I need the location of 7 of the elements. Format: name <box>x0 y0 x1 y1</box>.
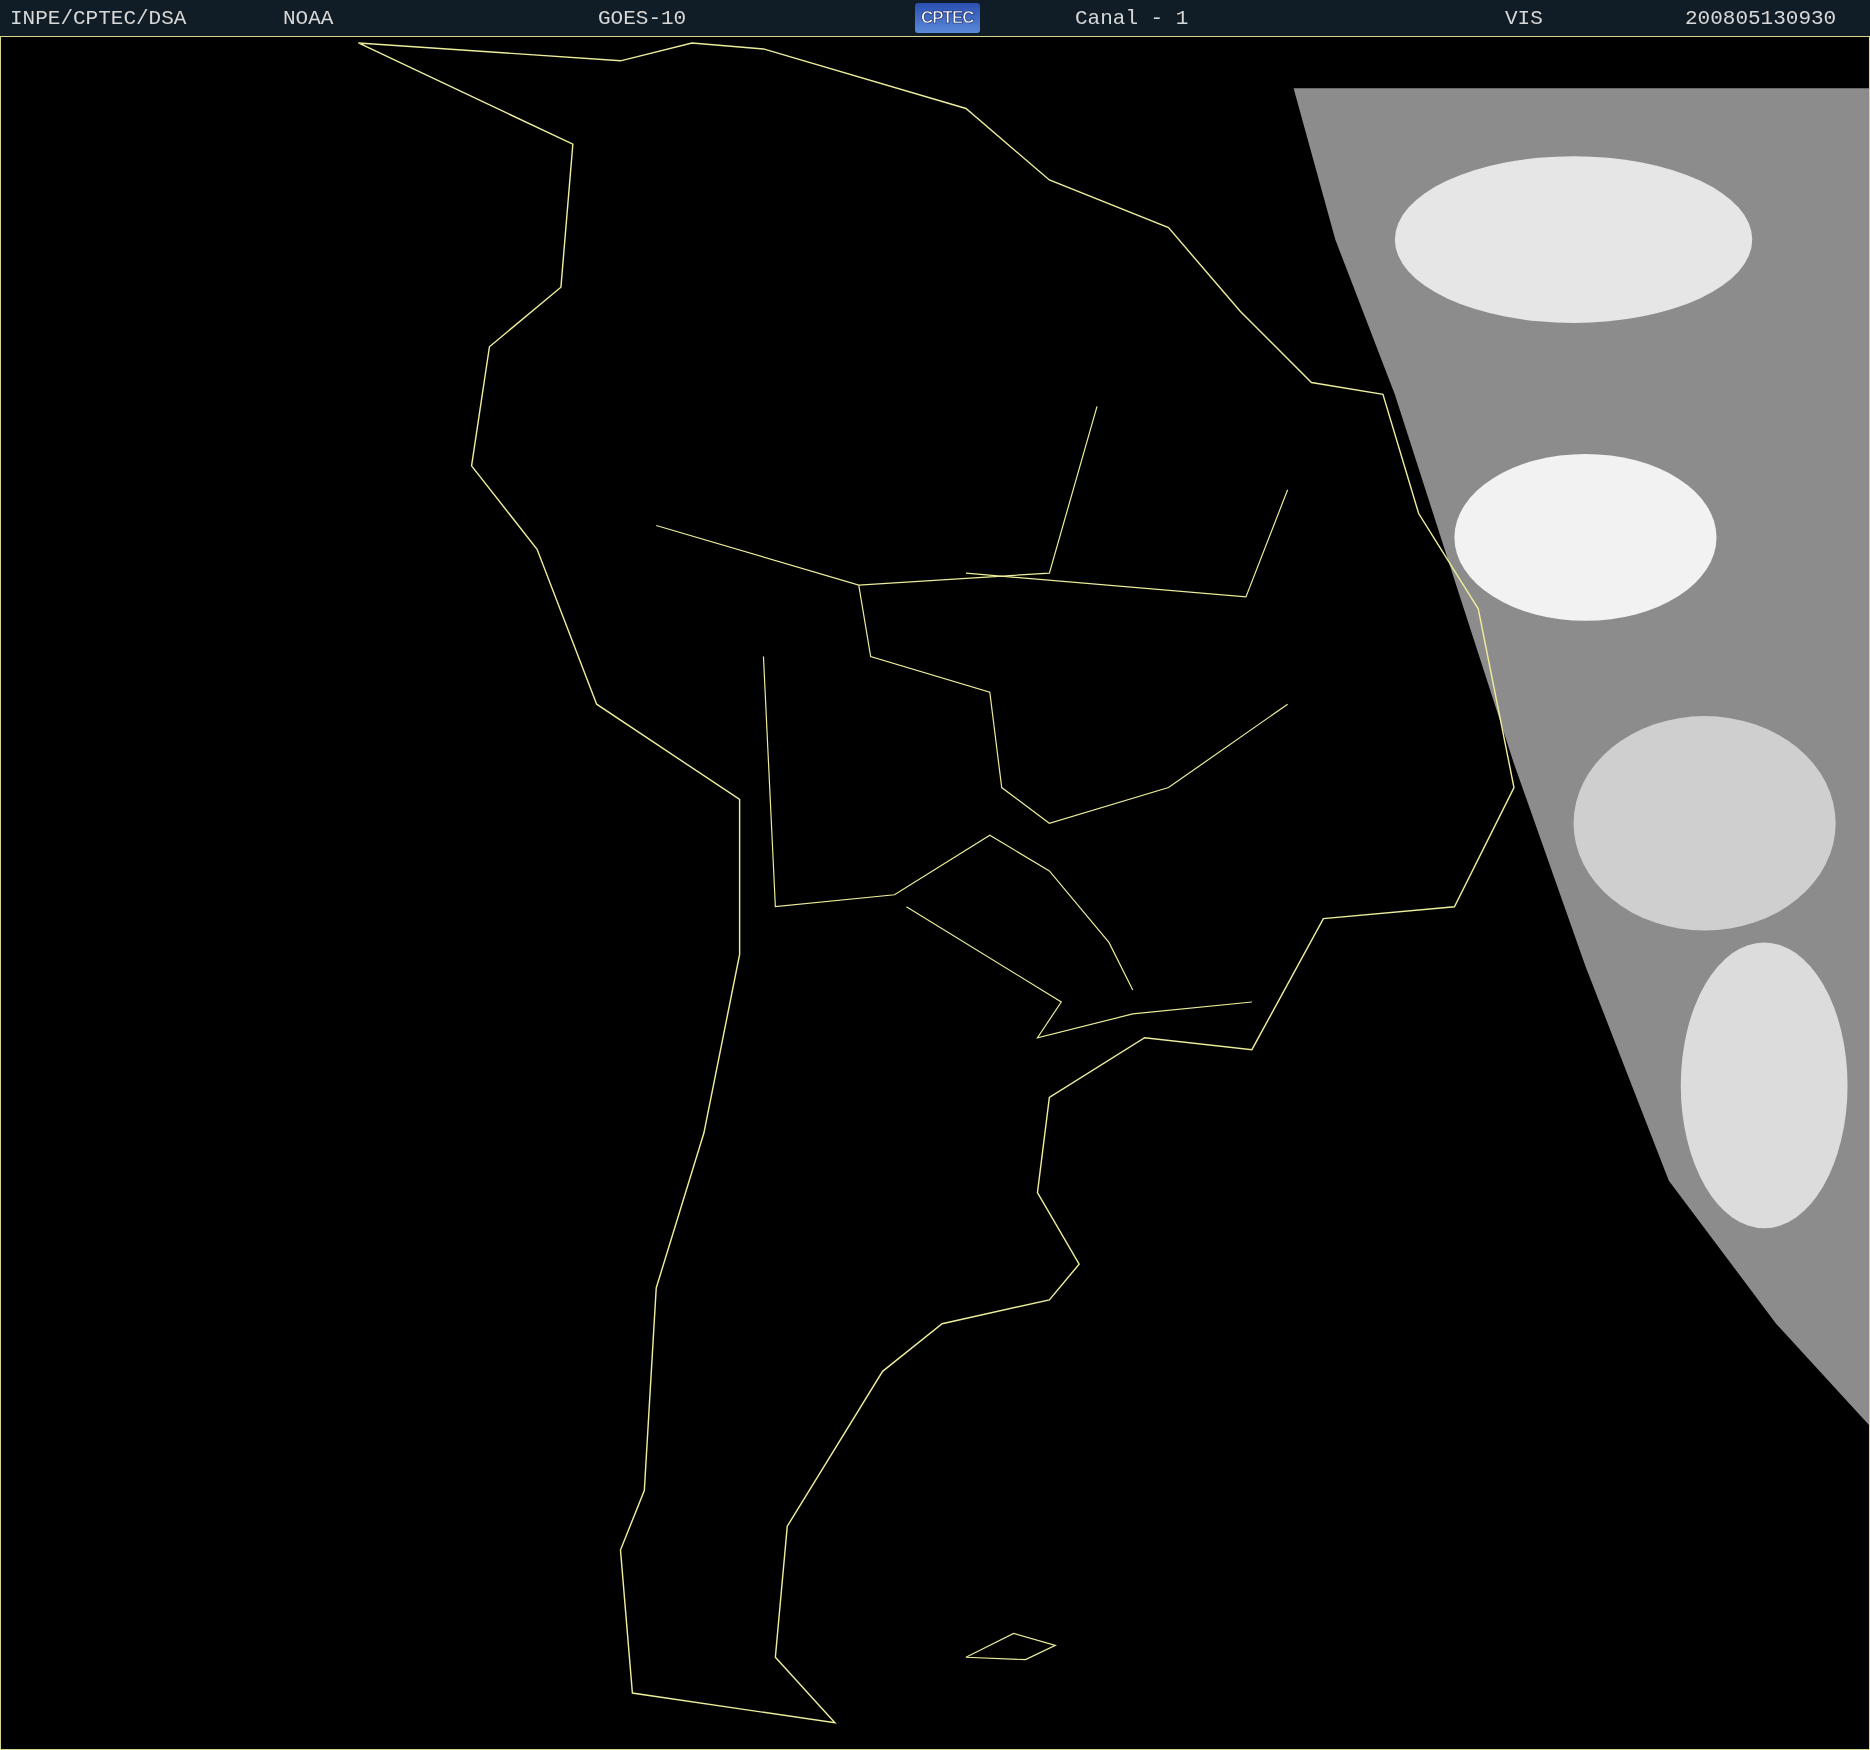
header-label: Canal - 1 <box>1075 6 1189 30</box>
header-logo: CPTEC <box>915 3 980 33</box>
header-label: NOAA <box>283 6 334 30</box>
header-label: INPE/CPTEC/DSA <box>10 6 187 30</box>
header-label: VIS <box>1505 6 1543 30</box>
header-label: GOES-10 <box>598 6 687 30</box>
header-label: 200805130930 <box>1685 6 1837 30</box>
